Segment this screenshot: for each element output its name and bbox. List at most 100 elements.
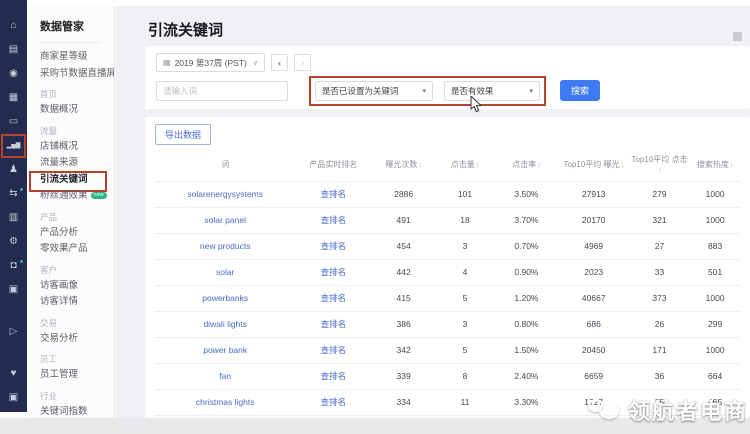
sidebar-item-label: 采购节数据直播屏 bbox=[40, 68, 115, 79]
keyword-link[interactable]: solar panel bbox=[204, 215, 246, 225]
shield-icon[interactable]: ◉ bbox=[0, 62, 27, 86]
bar-chart-icon[interactable]: ▂▅▇ bbox=[0, 134, 27, 158]
top10-clicks-cell: 321 bbox=[629, 207, 690, 233]
customers-icon[interactable]: ♟ bbox=[0, 158, 27, 182]
briefcase-icon[interactable]: ▣ bbox=[0, 278, 27, 302]
column-header[interactable]: 曝光次数↕ bbox=[371, 150, 435, 181]
view-rank-link[interactable]: 查排名 bbox=[321, 189, 347, 199]
sort-icon[interactable]: ↕ bbox=[730, 162, 734, 169]
keyword-link[interactable]: fan bbox=[219, 371, 231, 381]
new-badge: new bbox=[91, 192, 107, 199]
sidebar-item-18[interactable]: 员工管理 bbox=[27, 367, 114, 384]
keyword-link[interactable]: power bank bbox=[203, 345, 247, 355]
view-rank-link[interactable]: 查排名 bbox=[321, 241, 347, 251]
sidebar-item-1[interactable]: 采购节数据直播屏 bbox=[27, 66, 114, 83]
keyword-search-input[interactable] bbox=[156, 81, 288, 101]
prev-week-button[interactable]: ‹ bbox=[271, 54, 288, 71]
sidebar-item-13[interactable]: 访客画像 bbox=[27, 278, 114, 295]
table-row: new products查排名45430.70%496927883 bbox=[155, 233, 740, 259]
sidebar-item-10[interactable]: 产品分析 bbox=[27, 225, 114, 242]
sidebar: 数据管家 商家星等级采购节数据直播屏首页数据概况流量店铺概况流量来源引流关键词粉… bbox=[27, 6, 115, 418]
table-row: power bank查排名34251.50%204501711000 bbox=[155, 337, 740, 363]
sidebar-item-label: 产品分析 bbox=[40, 227, 78, 238]
caret-down-icon: ▾ bbox=[422, 87, 426, 95]
apps-grid-icon[interactable]: ▦ bbox=[0, 86, 27, 110]
scrollbar-fragment[interactable] bbox=[733, 32, 742, 41]
column-header[interactable]: Top10平均 点击↕ bbox=[629, 150, 690, 181]
camera-icon[interactable]: ▣ bbox=[0, 386, 27, 410]
watermark: 领航者电商 bbox=[588, 394, 748, 426]
home-icon[interactable]: ⌂ bbox=[0, 14, 27, 38]
view-rank-link[interactable]: 查排名 bbox=[321, 397, 347, 407]
page-title: 引流关键词 bbox=[148, 19, 223, 40]
heart-icon[interactable]: ♥ bbox=[0, 362, 27, 386]
orders-icon[interactable]: ▤ bbox=[0, 38, 27, 62]
chat-bubbles-icon bbox=[588, 397, 622, 423]
keyword-link[interactable]: solar bbox=[216, 267, 234, 277]
chevron-down-icon: ∨ bbox=[253, 59, 258, 67]
keyword-link[interactable]: solarenergysystems bbox=[187, 189, 263, 199]
view-rank-link[interactable]: 查排名 bbox=[321, 345, 347, 355]
sidebar-section-label: 产品 bbox=[27, 205, 114, 225]
search-heat-cell: 1000 bbox=[690, 285, 740, 311]
messages-icon[interactable]: ▭ bbox=[0, 110, 27, 134]
ctr-cell: 0.70% bbox=[494, 233, 558, 259]
share-icon[interactable]: ⇆ bbox=[0, 182, 27, 206]
clipboard-icon[interactable]: ▥ bbox=[0, 206, 27, 230]
sort-icon[interactable]: ↕ bbox=[537, 162, 541, 169]
view-rank-link[interactable]: 查排名 bbox=[321, 371, 347, 381]
clicks-cell: 5 bbox=[436, 337, 495, 363]
keyword-set-dropdown[interactable]: 是否已设置为关键词 ▾ bbox=[315, 81, 433, 101]
top10-exposure-cell: 20450 bbox=[559, 337, 629, 363]
view-rank-link[interactable]: 查排名 bbox=[321, 319, 347, 329]
bag-icon[interactable]: ◘ bbox=[0, 254, 27, 278]
week-picker[interactable]: ▦ 2019 第37周 (PST) ∨ bbox=[156, 53, 265, 72]
exposures-cell: 454 bbox=[371, 233, 435, 259]
sidebar-item-3[interactable]: 数据概况 bbox=[27, 102, 114, 119]
sort-icon[interactable]: ↕ bbox=[620, 162, 624, 169]
sidebar-item-14[interactable]: 访客详情 bbox=[27, 294, 114, 311]
caret-down-icon: ▾ bbox=[529, 87, 533, 95]
search-heat-cell: 1000 bbox=[690, 181, 740, 207]
search-heat-cell: 299 bbox=[690, 311, 740, 337]
sidebar-item-11[interactable]: 零效果产品 bbox=[27, 241, 114, 258]
search-button[interactable]: 搜索 bbox=[560, 80, 600, 101]
gear-icon[interactable]: ⚙ bbox=[0, 230, 27, 254]
column-header[interactable]: 搜索热度↕ bbox=[690, 150, 740, 181]
view-rank-link[interactable]: 查排名 bbox=[321, 215, 347, 225]
has-effect-dropdown[interactable]: 是否有效果 ▾ bbox=[444, 81, 540, 101]
search-heat-cell: 501 bbox=[690, 259, 740, 285]
ctr-cell: 2.40% bbox=[494, 363, 558, 389]
top10-exposure-cell: 40667 bbox=[559, 285, 629, 311]
clicks-cell: 8 bbox=[436, 363, 495, 389]
column-header[interactable]: Top10平均 曝光↕ bbox=[559, 150, 629, 181]
divider bbox=[40, 42, 101, 43]
sidebar-item-16[interactable]: 交易分析 bbox=[27, 331, 114, 348]
export-data-button[interactable]: 导出数据 bbox=[155, 124, 211, 145]
view-rank-link[interactable]: 查排名 bbox=[321, 267, 347, 277]
keyword-link[interactable]: diwali lights bbox=[203, 319, 246, 329]
next-week-button[interactable]: › bbox=[294, 54, 311, 71]
keyword-link[interactable]: powerbanks bbox=[202, 293, 248, 303]
sidebar-item-20[interactable]: 关键词指数 bbox=[27, 404, 114, 419]
keyword-link[interactable]: christmas lights bbox=[196, 397, 255, 407]
column-header[interactable]: 点击率↕ bbox=[494, 150, 558, 181]
send-icon[interactable]: ▷ bbox=[0, 320, 27, 344]
sidebar-item-6[interactable]: 流量来源 bbox=[27, 155, 114, 172]
view-rank-link[interactable]: 查排名 bbox=[321, 293, 347, 303]
keyword-link[interactable]: new products bbox=[200, 241, 251, 251]
sidebar-item-7[interactable]: 引流关键词 bbox=[27, 172, 114, 189]
table-row: powerbanks查排名41551.20%406673731000 bbox=[155, 285, 740, 311]
sidebar-section-label: 流量 bbox=[27, 119, 114, 139]
sort-icon[interactable]: ↕ bbox=[476, 162, 480, 169]
sidebar-item-5[interactable]: 店铺概况 bbox=[27, 139, 114, 156]
sidebar-item-8[interactable]: 粉丝通效果new bbox=[27, 188, 114, 205]
table-row: solarenergysystems查排名28861013.50%2791327… bbox=[155, 181, 740, 207]
notification-dot bbox=[20, 188, 23, 191]
column-header[interactable]: 点击量↕ bbox=[436, 150, 495, 181]
sort-icon[interactable]: ↕ bbox=[658, 167, 662, 174]
clicks-cell: 5 bbox=[436, 285, 495, 311]
sidebar-item-0[interactable]: 商家星等级 bbox=[27, 49, 114, 66]
annotation-box-dropdowns: 是否已设置为关键词 ▾ 是否有效果 ▾ bbox=[315, 81, 540, 101]
sort-icon[interactable]: ↕ bbox=[418, 162, 422, 169]
